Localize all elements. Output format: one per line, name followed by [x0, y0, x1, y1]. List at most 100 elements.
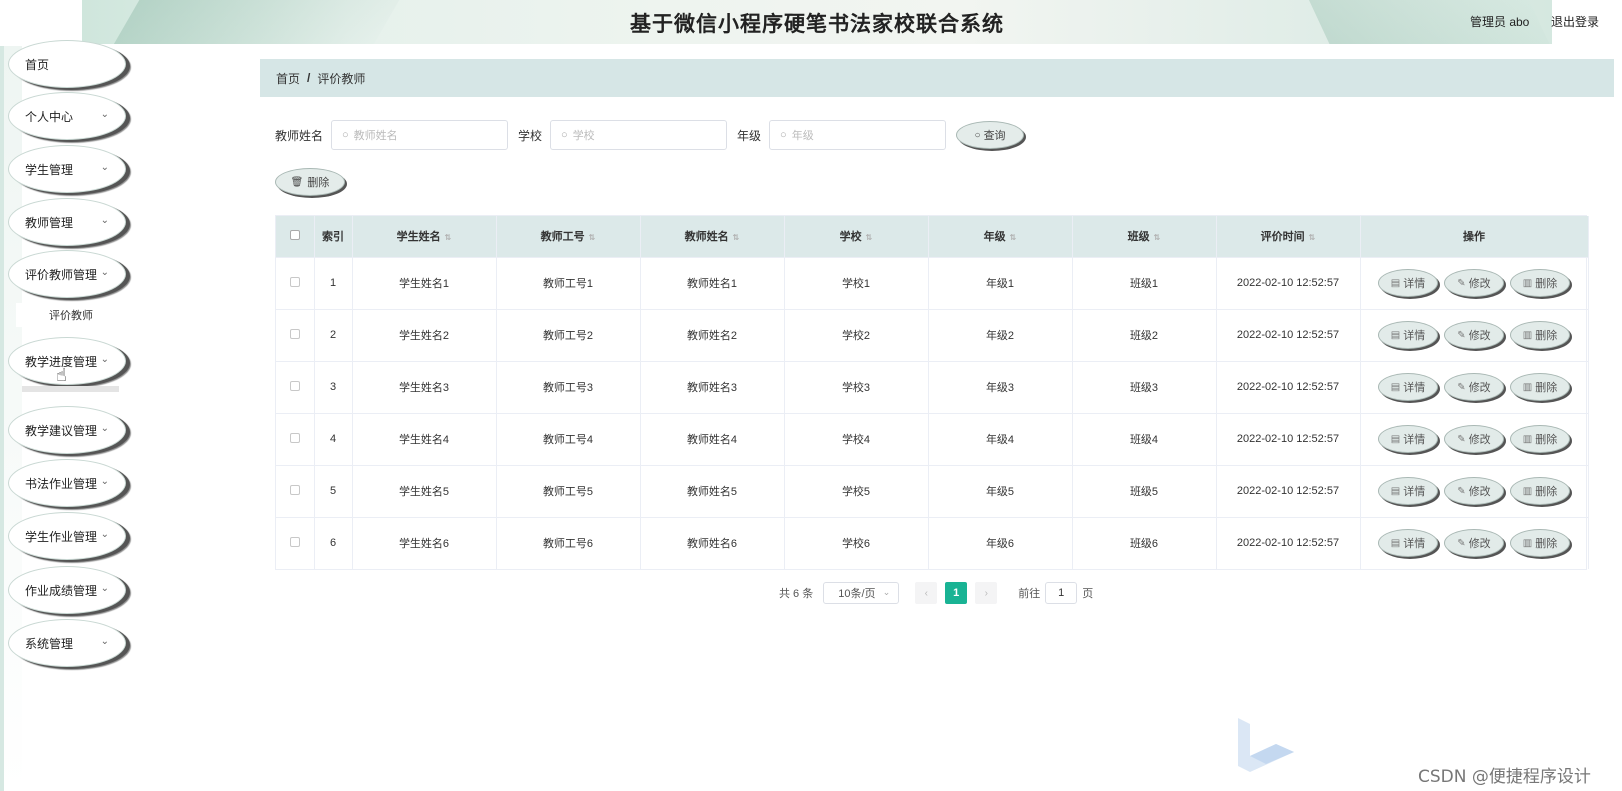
document-icon: ▤ — [1390, 329, 1401, 341]
sidebar-item[interactable]: 书法作业管理 ⌄ — [8, 459, 126, 507]
bulk-delete-label: 删除 — [307, 177, 330, 189]
sidebar-item-label: 教师管理 — [25, 215, 74, 230]
column-header[interactable]: 学校 ⇅ — [784, 216, 929, 257]
pencil-icon: ✎ — [1457, 485, 1466, 497]
page-size-select[interactable]: 10条/页 ⌄ — [823, 582, 900, 604]
row-delete-button-label: 删除 — [1535, 434, 1558, 446]
current-page-button[interactable]: 1 — [945, 582, 968, 604]
row-select-cell — [276, 256, 315, 309]
pencil-icon: ✎ — [1457, 277, 1466, 289]
site-title: 基于微信小程序硬笔书法家校联合系统 — [630, 13, 1004, 36]
sort-icon[interactable]: ⇅ — [866, 233, 873, 242]
edit-button[interactable]: ✎ 修改 — [1444, 425, 1504, 453]
detail-button[interactable]: ▤ 详情 — [1378, 373, 1438, 401]
teacher-name-placeholder: 教师姓名 — [353, 130, 398, 142]
trash-icon: ▥ — [1522, 381, 1533, 393]
watermark-text: CSDN @便捷程序设计 — [1418, 767, 1591, 787]
sort-icon[interactable]: ⇅ — [1010, 233, 1017, 242]
sort-icon[interactable]: ⇅ — [1154, 233, 1161, 242]
row-checkbox[interactable] — [289, 432, 300, 443]
edit-button[interactable]: ✎ 修改 — [1444, 477, 1504, 505]
next-page-button[interactable]: › — [975, 582, 998, 604]
pencil-icon: ✎ — [1457, 381, 1466, 393]
column-header[interactable]: 教师姓名 ⇅ — [640, 216, 785, 257]
table-cell-grade: 年级5 — [928, 464, 1073, 517]
column-header[interactable]: 教师工号 ⇅ — [496, 216, 641, 257]
table-cell-school: 学校2 — [784, 308, 929, 361]
chevron-down-icon: ⌄ — [100, 636, 109, 647]
sidebar-item[interactable]: 系统管理 ⌄ — [8, 619, 126, 667]
breadcrumb-current: 评价教师 — [317, 71, 366, 86]
edit-button-label: 修改 — [1468, 278, 1491, 290]
row-checkbox[interactable] — [289, 328, 300, 339]
table-cell-class: 班级1 — [1072, 256, 1217, 309]
table-cell-teacher-no: 教师工号2 — [496, 308, 641, 361]
row-delete-button[interactable]: ▥ 删除 — [1510, 477, 1570, 505]
column-header[interactable]: 评价时间 ⇅ — [1216, 216, 1361, 257]
edit-button[interactable]: ✎ 修改 — [1444, 269, 1504, 297]
submenu-item-evaluate-teacher[interactable]: 评价教师 — [16, 303, 126, 327]
sidebar-item[interactable]: 评价教师管理 ⌄ — [8, 250, 126, 298]
bulk-delete-button[interactable]: 🗑 删除 — [275, 168, 345, 196]
query-button-label: 查询 — [983, 130, 1006, 142]
detail-button[interactable]: ▤ 详情 — [1378, 529, 1438, 558]
row-checkbox[interactable] — [289, 484, 300, 495]
sidebar-item[interactable]: 首页 — [8, 40, 126, 88]
row-delete-button[interactable]: ▥ 删除 — [1510, 373, 1570, 401]
breadcrumb-home[interactable]: 首页 — [276, 70, 300, 87]
prev-page-button[interactable]: ‹ — [915, 582, 938, 604]
query-button[interactable]: ○ 查询 — [956, 121, 1025, 149]
detail-button[interactable]: ▤ 详情 — [1378, 269, 1438, 297]
select-all-checkbox[interactable] — [289, 229, 300, 240]
table-cell-teacher-name: 教师姓名5 — [640, 464, 785, 517]
sort-icon[interactable]: ⇅ — [1309, 233, 1316, 242]
sidebar-item[interactable]: 个人中心 ⌄ — [8, 92, 126, 140]
sidebar-item[interactable]: 作业成绩管理 ⌄ — [8, 566, 126, 614]
row-delete-button[interactable]: ▥ 删除 — [1510, 529, 1570, 558]
edit-button[interactable]: ✎ 修改 — [1444, 529, 1504, 558]
search-bar: 教师姓名 ○ 教师姓名 学校 ○ 学校 年级 ○ 年级 ○ 查询 — [275, 120, 1025, 150]
column-header[interactable]: 班级 ⇅ — [1072, 216, 1217, 257]
chevron-down-icon: ⌄ — [100, 354, 109, 365]
breadcrumb-separator: / — [307, 71, 311, 85]
school-input[interactable]: ○ 学校 — [550, 120, 728, 150]
detail-button[interactable]: ▤ 详情 — [1378, 477, 1438, 505]
sidebar-item-label: 个人中心 — [25, 109, 74, 124]
table-cell-index: 2 — [314, 308, 353, 361]
table-cell-student: 学生姓名4 — [352, 412, 497, 465]
sidebar-item[interactable]: 学生作业管理 ⌄ — [8, 512, 126, 560]
edit-button[interactable]: ✎ 修改 — [1444, 373, 1504, 401]
sort-icon[interactable]: ⇅ — [445, 233, 452, 242]
sidebar-item[interactable]: 教师管理 ⌄ — [8, 198, 126, 246]
sidebar-item[interactable]: 教学进度管理 ⌄ — [8, 337, 126, 385]
sort-icon[interactable]: ⇅ — [733, 233, 740, 242]
trash-icon: ▥ — [1522, 433, 1533, 445]
sidebar-item-label: 学生管理 — [25, 162, 74, 177]
chevron-down-icon: ⌄ — [882, 587, 891, 597]
row-delete-button[interactable]: ▥ 删除 — [1510, 321, 1570, 349]
column-header[interactable]: 年级 ⇅ — [928, 216, 1073, 257]
row-delete-button[interactable]: ▥ 删除 — [1510, 269, 1570, 297]
row-actions-cell: ▤ 详情 ✎ 修改 ▥ 删除 — [1360, 256, 1589, 309]
detail-button[interactable]: ▤ 详情 — [1378, 425, 1438, 453]
sidebar-item[interactable]: 学生管理 ⌄ — [8, 145, 126, 193]
chevron-down-icon: ⌄ — [100, 476, 109, 487]
column-header[interactable]: 学生姓名 ⇅ — [352, 216, 497, 257]
detail-button[interactable]: ▤ 详情 — [1378, 321, 1438, 349]
row-checkbox[interactable] — [289, 276, 300, 287]
logout-link[interactable]: 退出登录 — [1551, 13, 1599, 30]
column-header: 索引 — [314, 216, 353, 257]
row-checkbox[interactable] — [289, 380, 300, 391]
grade-input[interactable]: ○ 年级 — [769, 120, 947, 150]
sidebar-item[interactable]: 教学建议管理 ⌄ — [8, 406, 126, 454]
document-icon: ▤ — [1390, 277, 1401, 289]
row-checkbox[interactable] — [289, 536, 300, 547]
detail-button-label: 详情 — [1403, 382, 1426, 394]
row-delete-button[interactable]: ▥ 删除 — [1510, 425, 1570, 453]
grade-placeholder: 年级 — [791, 130, 814, 142]
teacher-name-input[interactable]: ○ 教师姓名 — [331, 120, 509, 150]
goto-page-input[interactable]: 1 — [1045, 582, 1078, 604]
column-header-label: 索引 — [322, 231, 344, 244]
sort-icon[interactable]: ⇅ — [589, 233, 596, 242]
edit-button[interactable]: ✎ 修改 — [1444, 321, 1504, 349]
